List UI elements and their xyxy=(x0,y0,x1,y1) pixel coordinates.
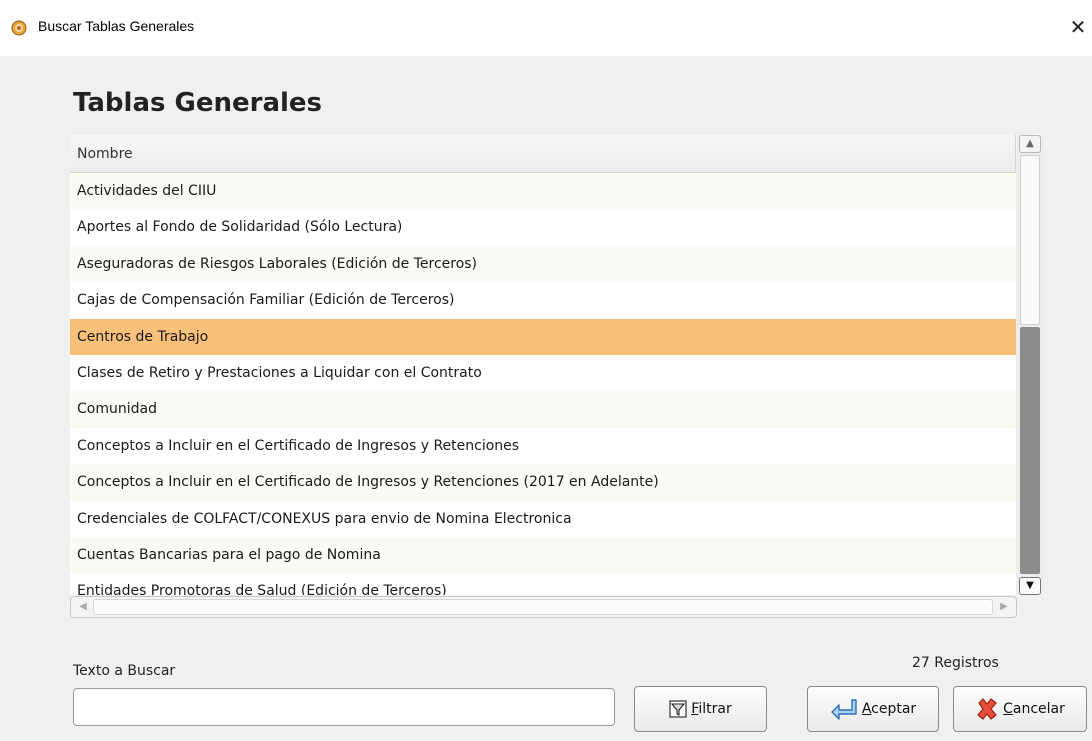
cancel-button[interactable]: Cancelar xyxy=(953,686,1087,732)
close-button[interactable]: ✕ xyxy=(1064,13,1092,41)
vertical-scroll-thumb[interactable] xyxy=(1020,155,1040,325)
table-row[interactable]: Aseguradoras de Riesgos Laborales (Edici… xyxy=(70,245,1016,283)
scroll-right-button[interactable]: ▶ xyxy=(994,599,1014,615)
vertical-scrollbar[interactable]: ▲ ▼ xyxy=(1017,135,1043,595)
window-title: Buscar Tablas Generales xyxy=(38,18,195,34)
table-row[interactable]: Clases de Retiro y Prestaciones a Liquid… xyxy=(70,354,1016,392)
table-row[interactable]: Conceptos a Incluir en el Certificado de… xyxy=(70,464,1016,501)
search-input[interactable] xyxy=(73,688,615,726)
horizontal-scroll-thumb[interactable] xyxy=(93,599,993,615)
enter-arrow-icon xyxy=(831,699,857,720)
table-row[interactable]: Conceptos a Incluir en el Certificado de… xyxy=(70,427,1016,465)
close-icon: ✕ xyxy=(1069,15,1087,39)
column-header-nombre[interactable]: Nombre xyxy=(70,135,1016,173)
table-row[interactable]: Credenciales de COLFACT/CONEXUS para env… xyxy=(70,500,1016,537)
accept-accel: A xyxy=(861,701,872,717)
cancel-label: ancelar xyxy=(1012,701,1065,717)
filter-funnel-icon xyxy=(669,700,687,718)
table-row[interactable]: Entidades Promotoras de Salud (Edición d… xyxy=(70,573,1016,595)
tables-list[interactable]: Nombre Actividades del CIIU Aportes al Fo… xyxy=(70,135,1016,595)
records-count: 27 Registros xyxy=(912,655,999,671)
accept-button[interactable]: Aceptar xyxy=(807,686,939,732)
red-x-icon xyxy=(977,698,997,720)
accept-label: ceptar xyxy=(871,701,917,717)
filter-label: iltrar xyxy=(698,701,732,717)
table-row[interactable]: Centros de Trabajo xyxy=(70,318,1016,355)
scroll-down-button[interactable]: ▼ xyxy=(1019,577,1041,595)
app-globe-icon xyxy=(11,20,27,36)
vertical-scroll-track[interactable] xyxy=(1020,327,1040,574)
table-row[interactable]: Aportes al Fondo de Solidaridad (Sólo Le… xyxy=(70,209,1016,246)
table-body: Actividades del CIIU Aportes al Fondo de … xyxy=(70,173,1016,595)
cancel-accel: C xyxy=(1003,701,1013,717)
table-row[interactable]: Cajas de Compensación Familiar (Edición … xyxy=(70,282,1016,319)
search-label: Texto a Buscar xyxy=(73,663,176,679)
table-row[interactable]: Cuentas Bancarias para el pago de Nomina xyxy=(70,536,1016,574)
horizontal-scrollbar[interactable]: ◀ ▶ xyxy=(70,596,1017,618)
filter-button[interactable]: Filtrar xyxy=(634,686,767,732)
table-row[interactable]: Actividades del CIIU xyxy=(70,173,1016,210)
scroll-left-button[interactable]: ◀ xyxy=(73,599,93,615)
page-title: Tablas Generales xyxy=(73,88,323,118)
title-bar: Buscar Tablas Generales ✕ xyxy=(0,0,1092,56)
table-row[interactable]: Comunidad xyxy=(70,391,1016,428)
scroll-up-button[interactable]: ▲ xyxy=(1019,135,1041,153)
